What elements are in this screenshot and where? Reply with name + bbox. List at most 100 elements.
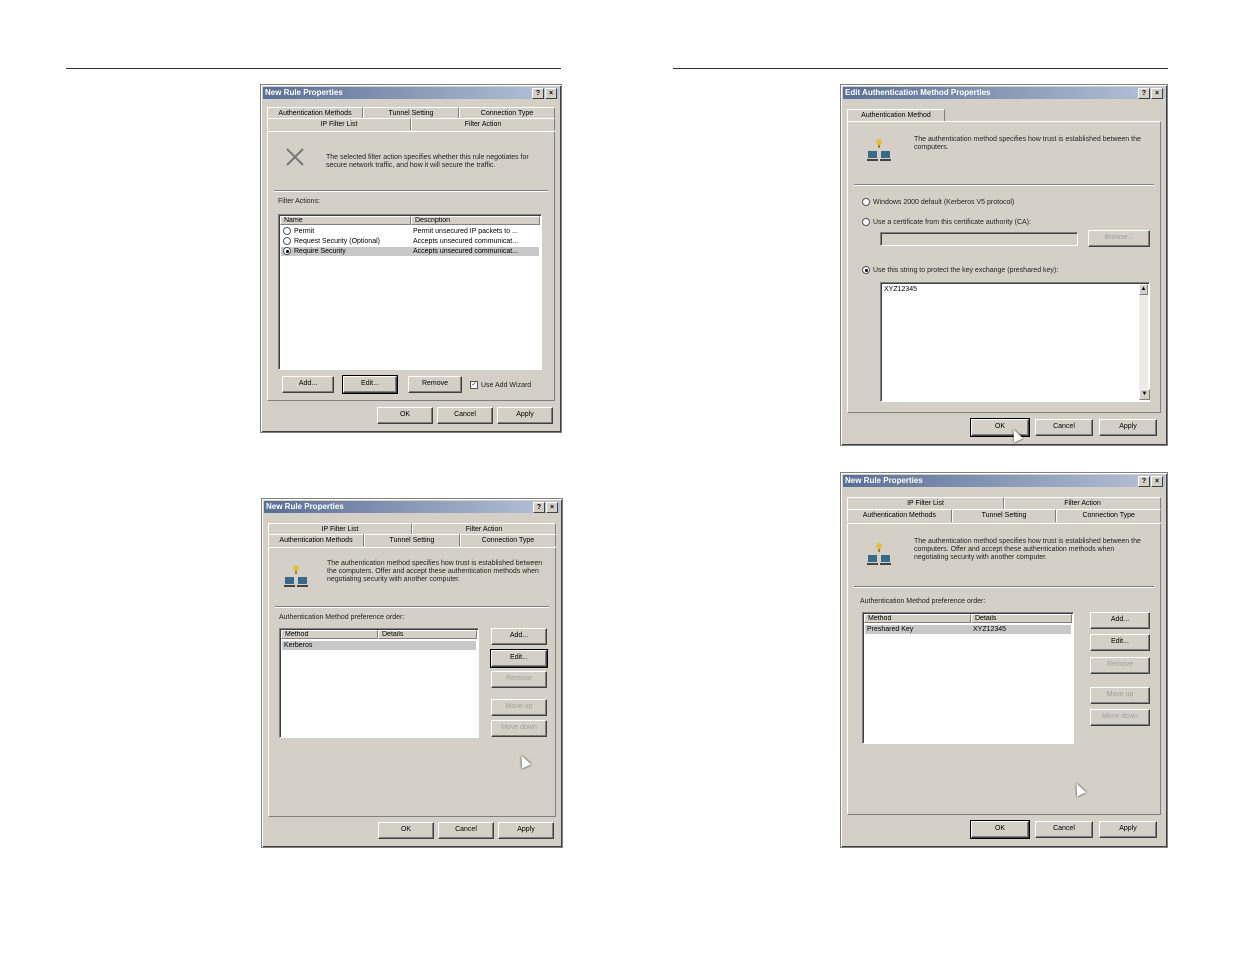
filter-actions-label: Filter Actions:: [278, 198, 321, 205]
dialog-title: New Rule Properties: [266, 502, 344, 511]
help-button[interactable]: ?: [1138, 476, 1150, 487]
computers-icon: [867, 139, 891, 161]
ok-button[interactable]: OK: [970, 820, 1030, 839]
auth-methods-list[interactable]: Method Details Kerberos: [279, 628, 479, 738]
cancel-button[interactable]: Cancel: [1035, 821, 1093, 838]
column-header-details[interactable]: Details: [378, 630, 477, 639]
scroll-up-icon[interactable]: ▲: [1139, 284, 1148, 295]
list-item-selected[interactable]: Preshared Key XYZ12345: [865, 625, 1071, 634]
tab-authentication-method[interactable]: Authentication Method: [847, 109, 945, 121]
certificate-radio[interactable]: Use a certificate from this certificate …: [862, 218, 1031, 227]
help-button[interactable]: ?: [532, 88, 544, 99]
certificate-label: Use a certificate from this certificate …: [873, 218, 1031, 226]
ok-button[interactable]: OK: [377, 407, 433, 424]
filter-name: Require Security: [294, 248, 346, 255]
cancel-button[interactable]: Cancel: [438, 822, 494, 839]
help-button[interactable]: ?: [533, 502, 545, 513]
kerberos-label: Windows 2000 default (Kerberos V5 protoc…: [873, 198, 1015, 206]
tab-connection-type[interactable]: Connection Type: [1056, 509, 1162, 522]
scroll-down-icon[interactable]: ▼: [1139, 389, 1150, 400]
tab-panel: The authentication method specifies how …: [847, 121, 1161, 413]
add-button[interactable]: Add...: [282, 376, 334, 393]
list-item[interactable]: Permit Permit unsecured IP packets to ..…: [281, 227, 539, 236]
tab-filter-action[interactable]: Filter Action: [1004, 497, 1161, 509]
title-bar: New Rule Properties ? ×: [263, 87, 559, 99]
help-button[interactable]: ?: [1138, 88, 1150, 99]
dialog-title: New Rule Properties: [265, 88, 343, 97]
remove-button: Remove: [491, 671, 547, 688]
mouse-pointer-icon: [1071, 781, 1087, 797]
list-item[interactable]: Request Security (Optional) Accepts unse…: [281, 237, 539, 246]
edit-button[interactable]: Edit...: [490, 649, 548, 668]
radio-selected-icon: [862, 266, 870, 274]
tab-tunnel-setting[interactable]: Tunnel Setting: [364, 534, 460, 546]
auth-methods-list[interactable]: Method Details Preshared Key XYZ12345: [862, 612, 1074, 744]
apply-button[interactable]: Apply: [497, 407, 553, 424]
filter-name: Request Security (Optional): [294, 238, 380, 245]
browse-button: Browse...: [1088, 230, 1150, 247]
column-header-method[interactable]: Method: [281, 630, 378, 639]
new-rule-properties-dialog-auth-preshared: New Rule Properties ? × IP Filter List Fi…: [840, 472, 1168, 848]
description-text: The selected filter action specifies whe…: [326, 154, 529, 169]
scrollbar[interactable]: ▲ ▼: [1139, 284, 1150, 400]
apply-button[interactable]: Apply: [498, 822, 554, 839]
preshared-key-radio[interactable]: Use this string to protect the key excha…: [862, 266, 1058, 275]
filter-actions-list[interactable]: Name Description Permit Permit unsecured…: [278, 214, 542, 370]
radio-icon: [862, 218, 870, 226]
description-text: The authentication method specifies how …: [327, 560, 543, 583]
tab-ip-filter-list[interactable]: IP Filter List: [847, 497, 1004, 509]
apply-button[interactable]: Apply: [1099, 419, 1157, 436]
divider: [274, 190, 548, 192]
list-item-selected[interactable]: Kerberos: [282, 641, 476, 650]
method-details: XYZ12345: [973, 626, 1007, 633]
radio-selected-icon: [283, 247, 291, 256]
edit-authentication-method-dialog: Edit Authentication Method Properties ? ×…: [840, 84, 1168, 446]
remove-button: Remove: [1090, 657, 1150, 674]
computers-icon: [867, 543, 891, 565]
tab-panel: The selected filter action specifies whe…: [267, 131, 555, 401]
cancel-button[interactable]: Cancel: [437, 407, 493, 424]
tab-filter-action[interactable]: Filter Action: [411, 118, 555, 130]
tab-ip-filter-list[interactable]: IP Filter List: [267, 118, 411, 130]
edit-button[interactable]: Edit...: [342, 375, 398, 394]
tab-panel: The authentication method specifies how …: [268, 547, 556, 817]
close-button[interactable]: ×: [545, 88, 557, 99]
description-text: The authentication method specifies how …: [914, 136, 1141, 151]
remove-button[interactable]: Remove: [408, 376, 462, 393]
list-item-selected[interactable]: Require Security Accepts unsecured commu…: [281, 247, 539, 256]
move-down-button: Move down: [491, 720, 547, 737]
tab-authentication-methods[interactable]: Authentication Methods: [847, 509, 952, 522]
mouse-pointer-icon: [516, 753, 532, 769]
tab-connection-type[interactable]: Connection Type: [460, 534, 556, 546]
column-header-description[interactable]: Description: [411, 216, 540, 225]
dialog-title: New Rule Properties: [845, 476, 923, 485]
column-header-name[interactable]: Name: [280, 216, 411, 225]
preshared-key-textarea[interactable]: XYZ12345 ▲ ▼: [880, 282, 1150, 402]
dialog-title: Edit Authentication Method Properties: [845, 88, 991, 97]
divider: [854, 586, 1154, 588]
apply-button[interactable]: Apply: [1099, 821, 1157, 838]
description-text: The authentication method specifies how …: [914, 538, 1141, 561]
radio-icon: [283, 227, 291, 236]
edit-button[interactable]: Edit...: [1090, 634, 1150, 651]
right-page-rule: [673, 68, 1168, 69]
use-add-wizard-checkbox[interactable]: ✓ Use Add Wizard: [470, 381, 531, 390]
tab-authentication-methods[interactable]: Authentication Methods: [268, 534, 364, 546]
method-details: [378, 641, 476, 650]
close-button[interactable]: ×: [1151, 88, 1163, 99]
add-button[interactable]: Add...: [491, 628, 547, 645]
radio-icon: [862, 198, 870, 206]
close-button[interactable]: ×: [546, 502, 558, 513]
filter-description: Accepts unsecured communicat...: [413, 248, 519, 255]
column-header-details[interactable]: Details: [971, 614, 1072, 623]
close-button[interactable]: ×: [1151, 476, 1163, 487]
column-header-method[interactable]: Method: [864, 614, 971, 623]
ok-button[interactable]: OK: [378, 822, 434, 839]
cancel-button[interactable]: Cancel: [1035, 419, 1093, 436]
kerberos-radio[interactable]: Windows 2000 default (Kerberos V5 protoc…: [862, 198, 1014, 207]
tab-tunnel-setting[interactable]: Tunnel Setting: [951, 509, 1057, 522]
add-button[interactable]: Add...: [1090, 612, 1150, 629]
preshared-key-value: XYZ12345: [884, 286, 918, 293]
filter-description: Permit unsecured IP packets to ...: [413, 228, 518, 235]
preshared-key-label: Use this string to protect the key excha…: [873, 266, 1059, 274]
